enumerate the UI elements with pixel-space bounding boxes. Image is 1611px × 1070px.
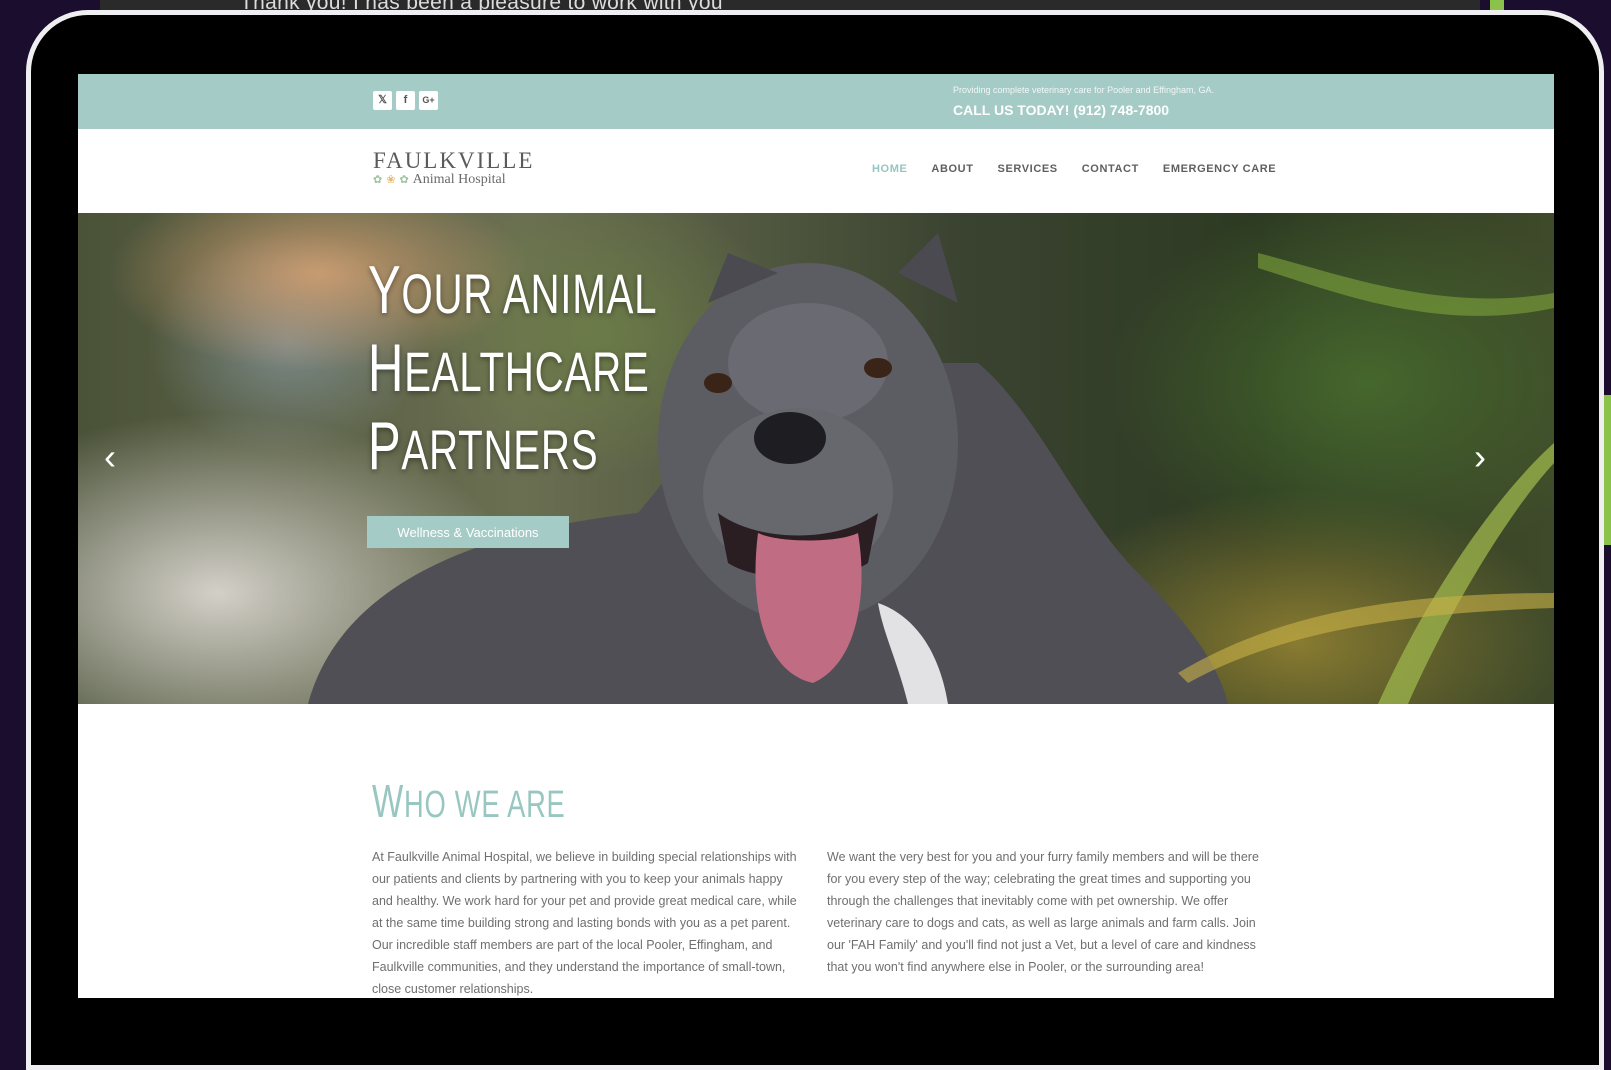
website-screen: 𝕏 f G+ Providing complete veterinary car… bbox=[78, 74, 1554, 998]
nav-about[interactable]: ABOUT bbox=[931, 163, 973, 175]
chevron-right-icon[interactable]: › bbox=[1474, 439, 1486, 475]
twitter-icon[interactable]: 𝕏 bbox=[373, 91, 392, 110]
site-logo[interactable]: FAULKVILLE ✿ ❀ ✿ Animal Hospital bbox=[373, 149, 534, 187]
flower-icon: ✿ bbox=[399, 174, 409, 186]
hero-title-line-1: Your Animal bbox=[368, 252, 658, 328]
hero-title-line-3: Partners bbox=[368, 408, 599, 484]
about-column-2: We want the very best for you and your f… bbox=[827, 850, 1259, 974]
top-bar: 𝕏 f G+ Providing complete veterinary car… bbox=[78, 74, 1554, 129]
chevron-left-icon[interactable]: ‹ bbox=[104, 439, 116, 475]
hero-title-line-2: Healthcare bbox=[368, 330, 650, 406]
leaf-icon: ❀ bbox=[386, 174, 396, 186]
hero-dog-image bbox=[308, 233, 1554, 704]
hero-slider: Your Animal Healthcare Partners Wellness… bbox=[78, 213, 1554, 704]
nav-emergency-care[interactable]: EMERGENCY CARE bbox=[1163, 163, 1276, 175]
google-plus-icon[interactable]: G+ bbox=[419, 91, 438, 110]
social-icons: 𝕏 f G+ bbox=[373, 91, 438, 110]
about-column-1: At Faulkville Animal Hospital, we believ… bbox=[372, 850, 797, 996]
tagline: Providing complete veterinary care for P… bbox=[953, 85, 1214, 95]
main-nav: HOME ABOUT SERVICES CONTACT EMERGENCY CA… bbox=[872, 163, 1276, 175]
facebook-icon[interactable]: f bbox=[396, 91, 415, 110]
nav-contact[interactable]: CONTACT bbox=[1082, 163, 1139, 175]
logo-main-text: FAULKVILLE bbox=[373, 148, 535, 173]
nav-home[interactable]: HOME bbox=[872, 163, 907, 175]
call-us-phone[interactable]: CALL US TODAY! (912) 748-7800 bbox=[953, 102, 1169, 118]
section-title: Who We Are bbox=[372, 775, 566, 827]
site-header: FAULKVILLE ✿ ❀ ✿ Animal Hospital HOME AB… bbox=[78, 129, 1554, 213]
nav-services[interactable]: SERVICES bbox=[998, 163, 1058, 175]
hero-title: Your Animal Healthcare Partners bbox=[368, 253, 657, 487]
logo-sub-text: Animal Hospital bbox=[412, 172, 506, 187]
wellness-vaccinations-button[interactable]: Wellness & Vaccinations bbox=[367, 516, 569, 548]
logo-sub-row: ✿ ❀ ✿ Animal Hospital bbox=[373, 173, 534, 187]
paw-icon: ✿ bbox=[373, 174, 383, 186]
